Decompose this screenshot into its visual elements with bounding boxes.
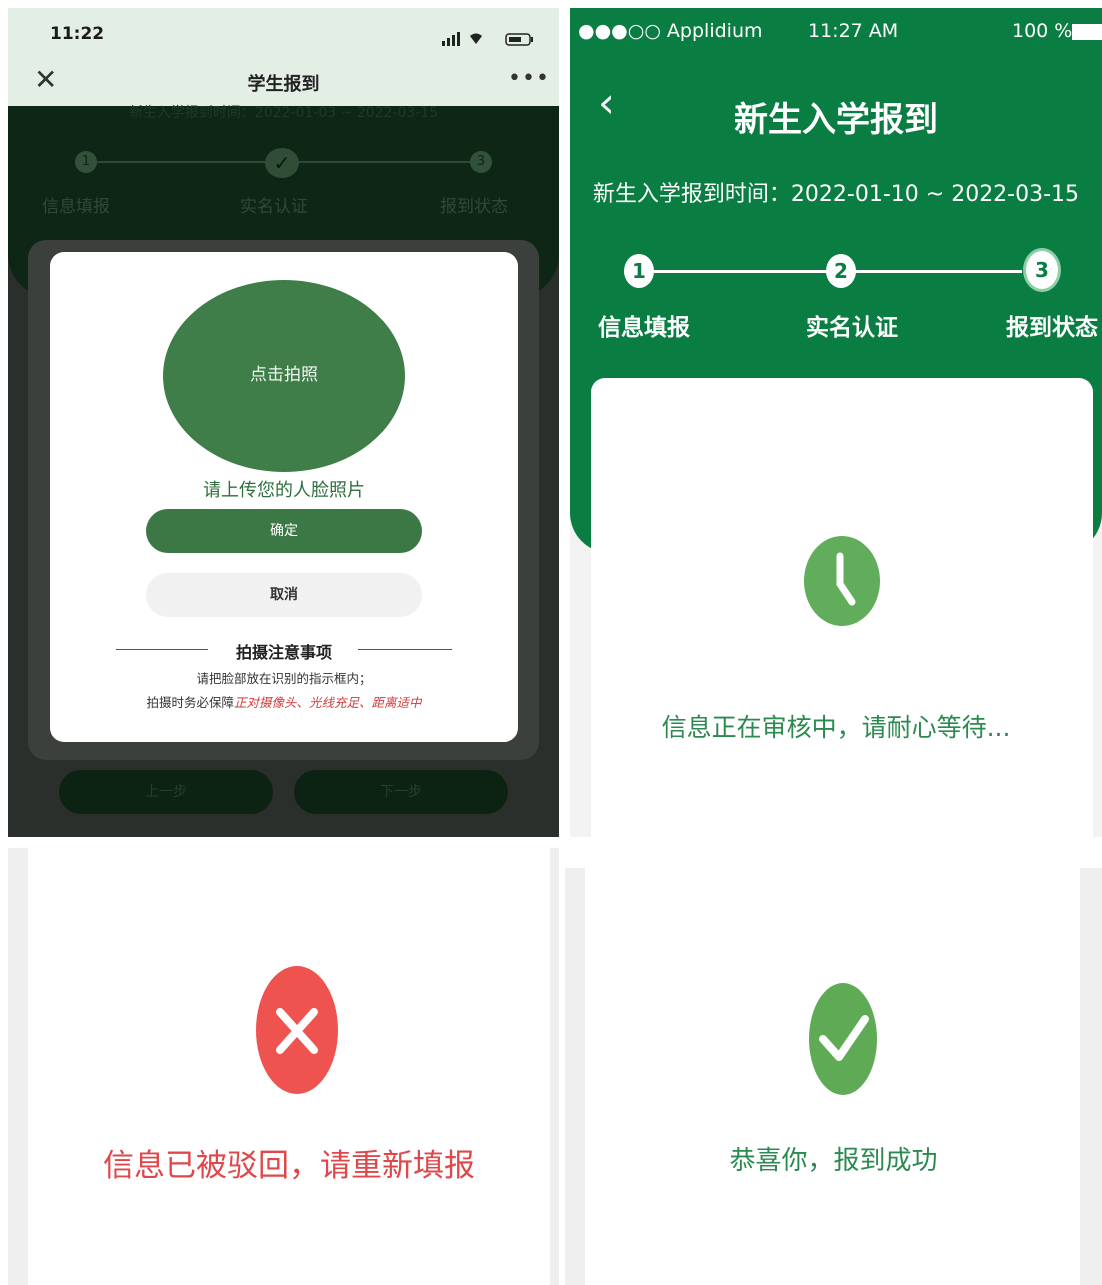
- nav-title: 学生报到: [247, 74, 320, 95]
- prev-step-button[interactable]: 上一步: [59, 770, 273, 814]
- registration-period: 新生入学报到时间：2022-01-03 ~ 2022-03-15: [128, 105, 439, 121]
- step-1-dot: 1: [624, 254, 654, 288]
- face-photo-screen: 11:22 ✕ 学生报到 ••• 新生入学报到时间：2022-01-03 ~ 2…: [8, 8, 559, 837]
- step-2-label: 实名认证: [806, 315, 898, 341]
- status-message: 信息正在审核中，请耐心等待...: [661, 713, 1011, 742]
- step-3-dot-active: 3: [1023, 248, 1061, 292]
- status-message: 信息已被驳回，请重新填报: [103, 1148, 475, 1184]
- upload-tip: 请上传您的人脸照片: [203, 480, 365, 501]
- note-line-2: 拍摄时务必保障正对摄像头、光线充足、距离适中: [50, 692, 518, 711]
- confirm-button[interactable]: 确定: [146, 509, 422, 553]
- step-1-dot: 1: [75, 151, 97, 173]
- success-screen: 恭喜你，报到成功: [565, 848, 1102, 1285]
- step-2-dot: 2: [826, 254, 856, 288]
- status-time: 11:27 AM: [808, 20, 899, 42]
- side-strip-left: [565, 868, 585, 1285]
- review-pending-screen: ●●●○○ Applidium 11:27 AM 100 % ‹ 新生入学报到 …: [570, 8, 1102, 837]
- signal-wifi-battery-icon: [442, 31, 540, 50]
- carrier-label: ●●●○○ Applidium: [578, 20, 763, 42]
- status-time: 11:22: [50, 24, 105, 44]
- reject-icon: [256, 966, 338, 1094]
- clock-icon: [804, 536, 880, 626]
- more-icon[interactable]: •••: [508, 66, 550, 91]
- status-message: 恭喜你，报到成功: [729, 1146, 938, 1176]
- note-line-1: 请把脸部放在识别的指示框内；: [196, 671, 372, 686]
- step-1-label: 信息填报: [42, 197, 110, 217]
- step-3-label: 报到状态: [1006, 315, 1098, 341]
- rejected-screen: 信息已被驳回，请重新填报: [8, 848, 559, 1285]
- step-2-label: 实名认证: [240, 197, 308, 217]
- notes-title: 拍摄注意事项: [235, 643, 332, 662]
- side-strip-right: [1080, 868, 1102, 1285]
- battery-icon: [1072, 24, 1102, 40]
- success-check-icon: [809, 983, 877, 1095]
- battery-label: 100 %: [1012, 20, 1073, 42]
- step-1-label: 信息填报: [598, 315, 690, 341]
- step-3-dot: 3: [470, 151, 492, 173]
- note-line-2-prefix: 拍摄时务必保障: [146, 695, 234, 710]
- page-title: 新生入学报到: [734, 100, 938, 140]
- next-step-button[interactable]: 下一步: [294, 770, 508, 814]
- note-line-2-emphasis: 正对摄像头、光线充足、距离适中: [234, 695, 422, 710]
- step-3-label: 报到状态: [440, 197, 508, 217]
- take-photo-label[interactable]: 点击拍照: [163, 360, 405, 385]
- step-2-check-icon: ✓: [265, 148, 299, 178]
- registration-period: 新生入学报到时间：2022-01-10 ~ 2022-03-15: [592, 182, 1080, 207]
- cancel-button[interactable]: 取消: [146, 573, 422, 617]
